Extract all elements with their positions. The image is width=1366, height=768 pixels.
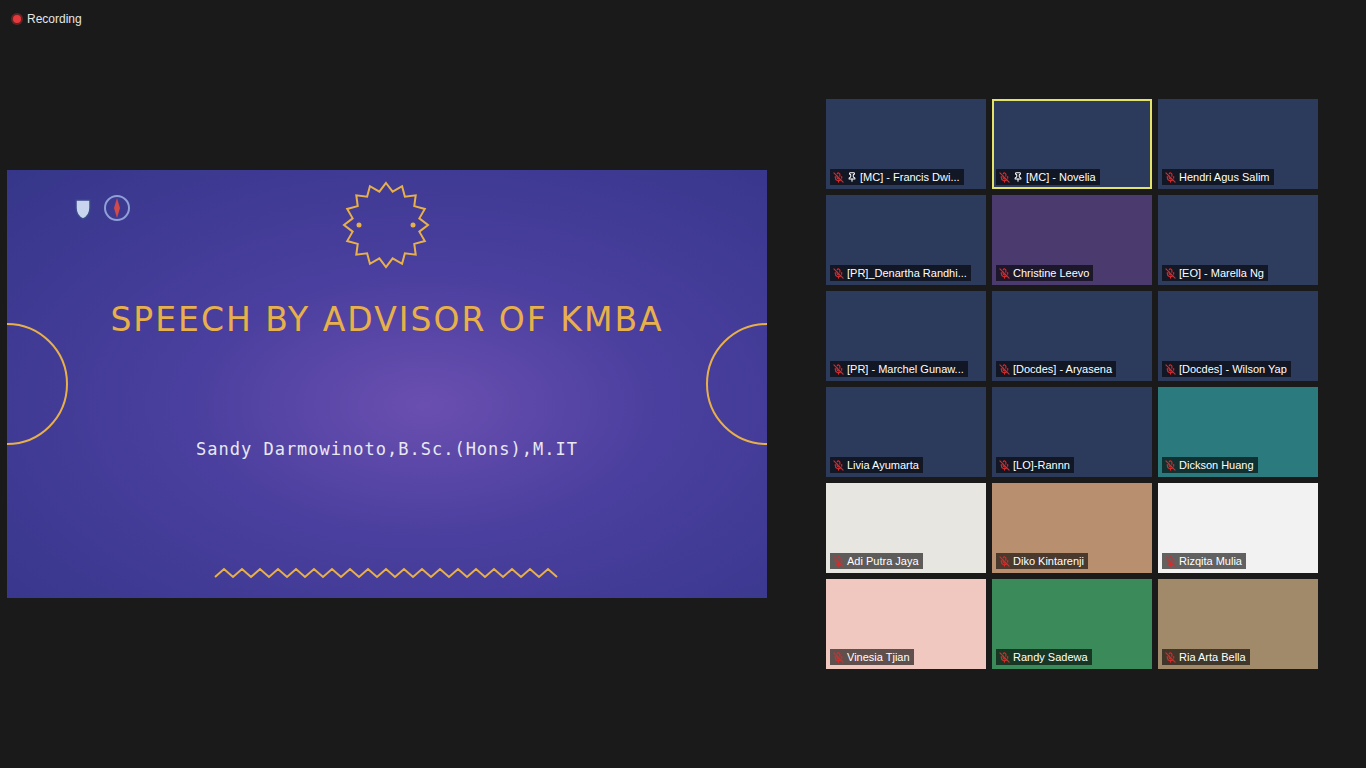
participant-name: [Docdes] - Wilson Yap xyxy=(1162,361,1291,377)
muted-mic-icon xyxy=(999,556,1010,567)
participant-tile[interactable]: [PR]_Denartha Randhi... xyxy=(826,195,986,285)
participant-tile[interactable]: Ria Arta Bella xyxy=(1158,579,1318,669)
participant-name: Rizqita Mulia xyxy=(1162,553,1246,569)
participant-tile[interactable]: [MC] - Novelia xyxy=(992,99,1152,189)
participant-tile[interactable]: [EO] - Marella Ng xyxy=(1158,195,1318,285)
muted-mic-icon xyxy=(999,460,1010,471)
participant-name: Ria Arta Bella xyxy=(1162,649,1250,665)
muted-mic-icon xyxy=(833,172,844,183)
participant-tile[interactable]: [LO]-Rannn xyxy=(992,387,1152,477)
slide-title: SPEECH BY ADVISOR OF KMBA xyxy=(110,298,663,342)
slide-speaker: Sandy Darmowinoto,B.Sc.(Hons),M.IT xyxy=(196,438,578,460)
participant-tile[interactable]: [Docdes] - Aryasena xyxy=(992,291,1152,381)
slide-decoration-icon xyxy=(7,170,767,598)
meeting-window: Recording SPEECH BY ADVISOR OF KMBA Sandy … xyxy=(0,0,1366,768)
participant-name: Adi Putra Jaya xyxy=(830,553,923,569)
muted-mic-icon xyxy=(1165,556,1176,567)
muted-mic-icon xyxy=(1165,268,1176,279)
participant-tile[interactable]: Dickson Huang xyxy=(1158,387,1318,477)
pin-icon xyxy=(847,172,857,182)
right-circle-icon xyxy=(707,324,767,444)
muted-mic-icon xyxy=(833,556,844,567)
participant-tile[interactable]: Rizqita Mulia xyxy=(1158,483,1318,573)
participant-tile[interactable]: [MC] - Francis Dwi... xyxy=(826,99,986,189)
recording-indicator[interactable]: Recording xyxy=(13,12,82,26)
participant-tile[interactable]: [PR] - Marchel Gunaw... xyxy=(826,291,986,381)
muted-mic-icon xyxy=(833,364,844,375)
muted-mic-icon xyxy=(999,172,1010,183)
muted-mic-icon xyxy=(833,268,844,279)
pin-icon xyxy=(1013,172,1023,182)
recording-dot-icon xyxy=(13,15,21,23)
participant-tile[interactable]: Hendri Agus Salim xyxy=(1158,99,1318,189)
participant-name: [EO] - Marella Ng xyxy=(1162,265,1268,281)
recording-label: Recording xyxy=(27,12,82,26)
muted-mic-icon xyxy=(1165,652,1176,663)
participant-name: Hendri Agus Salim xyxy=(1162,169,1274,185)
participant-name: Vinesia Tjian xyxy=(830,649,914,665)
participant-gallery: [MC] - Francis Dwi... [MC] - Novelia Hendr… xyxy=(826,99,1318,669)
participant-name: Diko Kintarenji xyxy=(996,553,1088,569)
logo-icon xyxy=(76,196,129,220)
muted-mic-icon xyxy=(999,268,1010,279)
participant-tile[interactable]: Christine Leevo xyxy=(992,195,1152,285)
participant-name: [MC] - Francis Dwi... xyxy=(830,169,964,185)
muted-mic-icon xyxy=(1165,364,1176,375)
muted-mic-icon xyxy=(999,652,1010,663)
participant-tile[interactable]: Diko Kintarenji xyxy=(992,483,1152,573)
participant-tile[interactable]: [Docdes] - Wilson Yap xyxy=(1158,291,1318,381)
participant-name: Livia Ayumarta xyxy=(830,457,923,473)
shared-screen: SPEECH BY ADVISOR OF KMBA Sandy Darmowino… xyxy=(7,170,767,598)
muted-mic-icon xyxy=(1165,172,1176,183)
participant-tile[interactable]: Livia Ayumarta xyxy=(826,387,986,477)
participant-name: [LO]-Rannn xyxy=(996,457,1074,473)
participant-tile[interactable]: Vinesia Tjian xyxy=(826,579,986,669)
participant-name: [MC] - Novelia xyxy=(996,169,1100,185)
participant-name: Christine Leevo xyxy=(996,265,1093,281)
participant-name: [PR] - Marchel Gunaw... xyxy=(830,361,968,377)
participant-name: Randy Sadewa xyxy=(996,649,1092,665)
participant-tile[interactable]: Randy Sadewa xyxy=(992,579,1152,669)
participant-name: Dickson Huang xyxy=(1162,457,1258,473)
participant-name: [PR]_Denartha Randhi... xyxy=(830,265,971,281)
sun-icon xyxy=(344,183,428,267)
participant-tile[interactable]: Adi Putra Jaya xyxy=(826,483,986,573)
muted-mic-icon xyxy=(1165,460,1176,471)
left-circle-icon xyxy=(7,324,67,444)
muted-mic-icon xyxy=(833,652,844,663)
zigzag-icon xyxy=(215,569,557,577)
muted-mic-icon xyxy=(999,364,1010,375)
muted-mic-icon xyxy=(833,460,844,471)
participant-name: [Docdes] - Aryasena xyxy=(996,361,1116,377)
